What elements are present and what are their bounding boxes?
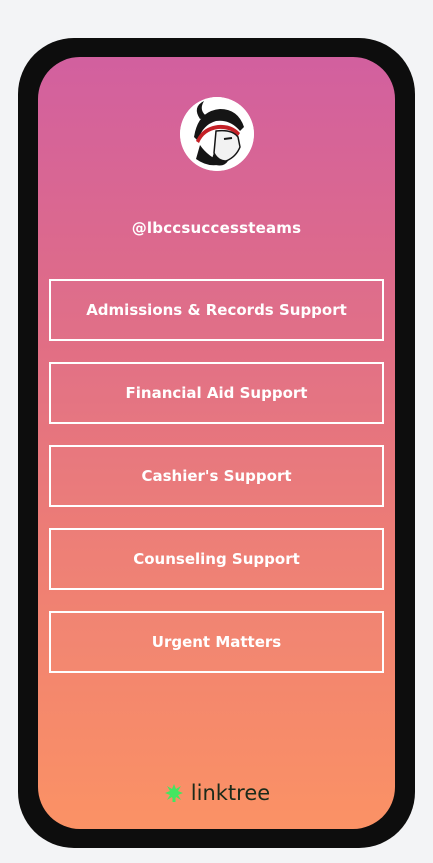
link-financial-aid-button[interactable]: Financial Aid Support bbox=[49, 362, 384, 424]
link-admissions-records-button[interactable]: Admissions & Records Support bbox=[49, 279, 384, 341]
link-counseling-button[interactable]: Counseling Support bbox=[49, 528, 384, 590]
link-list: Admissions & Records Support Financial A… bbox=[49, 279, 384, 694]
link-cashiers-button[interactable]: Cashier's Support bbox=[49, 445, 384, 507]
linktree-wordmark: linktree bbox=[190, 781, 271, 805]
linktree-logo-icon bbox=[163, 782, 185, 804]
linktree-screen: @lbccsuccessteams Admissions & Records S… bbox=[38, 57, 395, 829]
page: @lbccsuccessteams Admissions & Records S… bbox=[0, 0, 433, 863]
link-urgent-matters-button[interactable]: Urgent Matters bbox=[49, 611, 384, 673]
profile-handle: @lbccsuccessteams bbox=[131, 219, 302, 237]
linktree-footer[interactable]: linktree bbox=[38, 781, 395, 805]
viking-mascot-icon bbox=[180, 97, 254, 171]
profile-avatar[interactable] bbox=[180, 97, 254, 171]
phone-frame: @lbccsuccessteams Admissions & Records S… bbox=[18, 38, 415, 848]
